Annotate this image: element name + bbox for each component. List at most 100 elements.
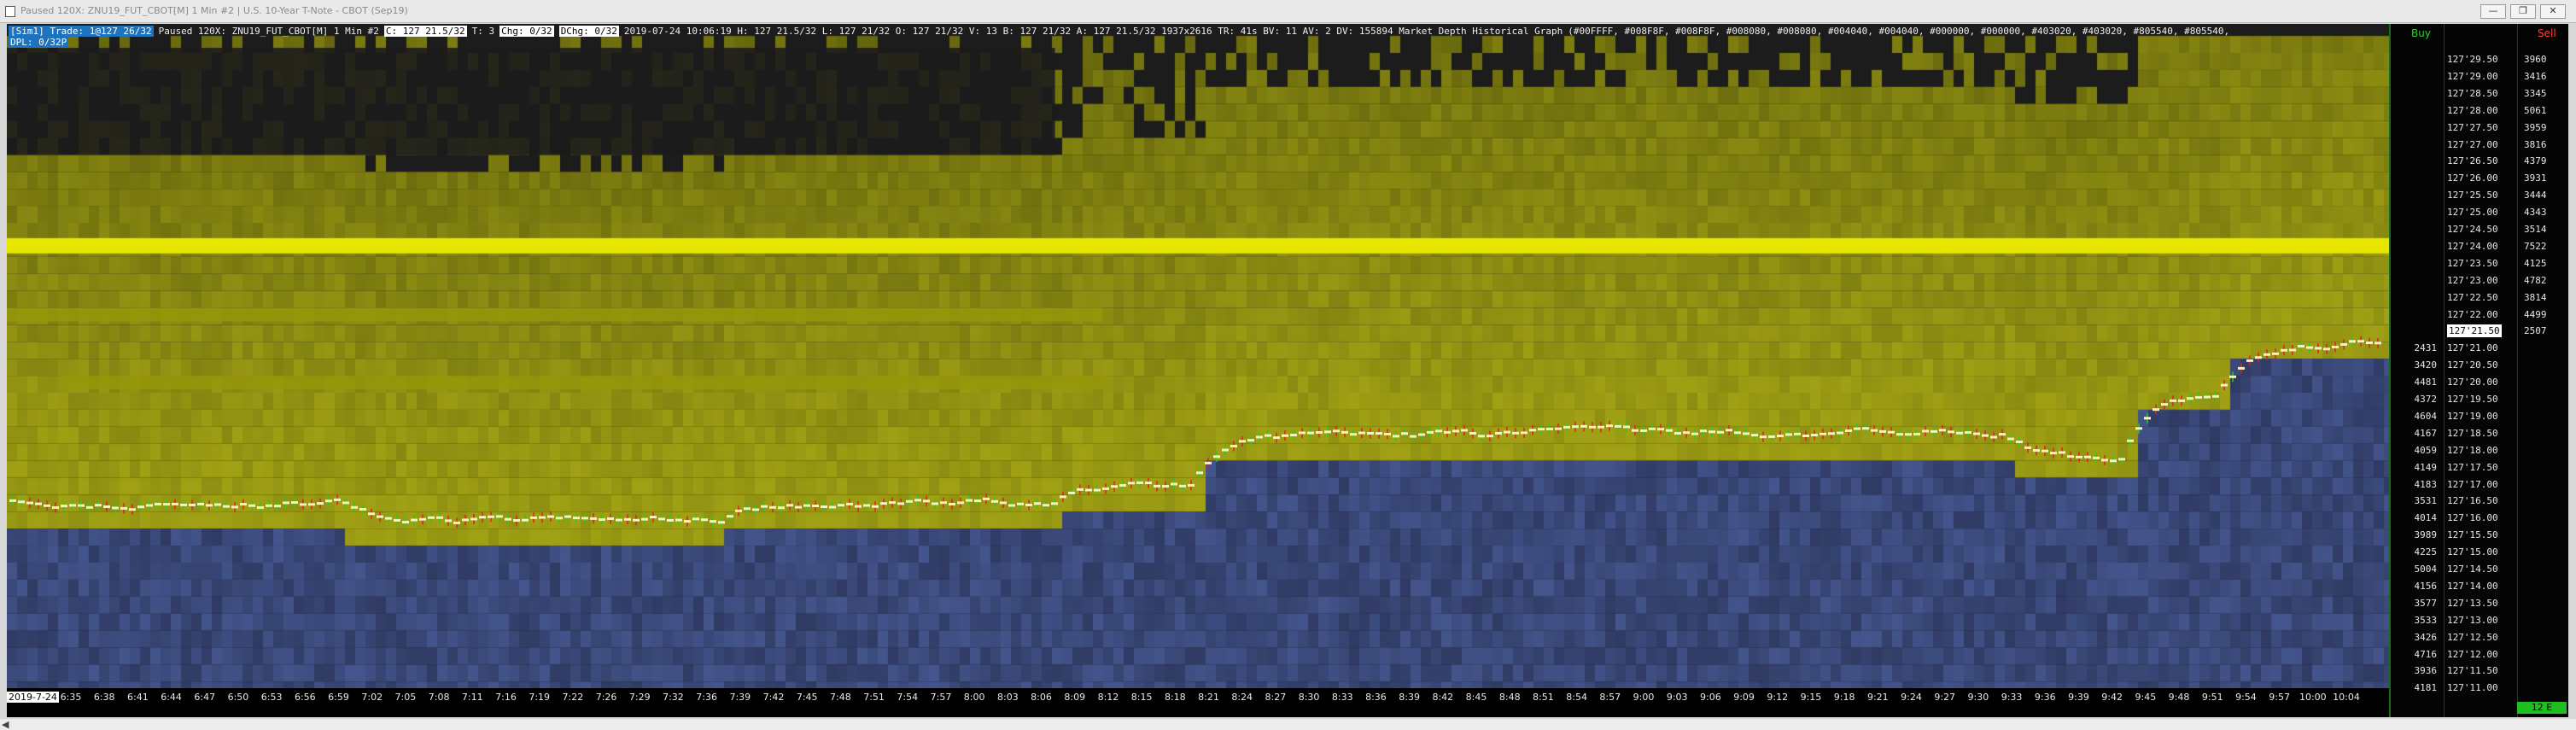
bid-size-cell[interactable]: 3577: [2415, 597, 2438, 610]
bid-size-cell[interactable]: 3426: [2415, 631, 2438, 644]
price-cell[interactable]: 127'12.50: [2447, 631, 2498, 644]
ask-size-cell[interactable]: 3960: [2524, 53, 2547, 66]
price-cell[interactable]: 127'14.50: [2447, 563, 2498, 575]
price-cell[interactable]: 127'13.00: [2447, 614, 2498, 627]
restore-button[interactable]: ❐: [2510, 4, 2536, 19]
price-cell[interactable]: 127'19.50: [2447, 393, 2498, 406]
price-bar-close: [112, 506, 119, 510]
scroll-left-icon[interactable]: ◀: [2, 719, 9, 730]
price-bar-close: [1580, 424, 1587, 428]
bid-size-cell[interactable]: 5004: [2415, 563, 2438, 575]
bid-size-cell[interactable]: 4149: [2415, 461, 2438, 474]
bid-size-cell[interactable]: 4167: [2415, 427, 2438, 440]
bid-size-cell[interactable]: 3531: [2415, 494, 2438, 507]
price-bar-close: [974, 499, 981, 503]
close-button[interactable]: ✕: [2540, 4, 2566, 19]
ask-size-cell[interactable]: 4125: [2524, 257, 2547, 270]
price-cell[interactable]: 127'24.00: [2447, 240, 2498, 253]
price-cell[interactable]: 127'24.50: [2447, 223, 2498, 236]
time-axis-label: 9:54: [2235, 692, 2257, 703]
price-cell[interactable]: 127'16.50: [2447, 494, 2498, 507]
price-ladder[interactable]: Buy Sell 2431 3420 4481 4372 4604 4167 4059 414…: [2389, 24, 2568, 717]
horizontal-scrollbar[interactable]: ◀: [0, 719, 2576, 730]
ask-size-cell[interactable]: 4782: [2524, 274, 2547, 287]
bid-size-cell[interactable]: 3533: [2415, 614, 2438, 627]
price-cell[interactable]: 127'26.50: [2447, 155, 2498, 167]
ask-size-cell[interactable]: 5061: [2524, 104, 2547, 117]
price-cell[interactable]: 127'20.00: [2447, 376, 2498, 388]
price-cell[interactable]: 127'18.50: [2447, 427, 2498, 440]
price-cell[interactable]: 127'17.50: [2447, 461, 2498, 474]
bid-size-cell[interactable]: 4481: [2415, 376, 2438, 388]
ask-size-cell[interactable]: 3345: [2524, 87, 2547, 100]
bid-size-cell[interactable]: 4156: [2415, 580, 2438, 593]
bid-size-cell[interactable]: 4183: [2415, 478, 2438, 491]
price-cell[interactable]: 127'28.50: [2447, 87, 2498, 100]
price-bar-close: [761, 505, 768, 508]
chart-frame[interactable]: [Sim1] Trade: 1@127 26/32 Paused 120X: ZN…: [7, 24, 2568, 717]
price-cell[interactable]: 127'26.00: [2447, 172, 2498, 184]
price-cell[interactable]: 127'20.50: [2447, 359, 2498, 371]
minimize-button[interactable]: —: [2480, 4, 2506, 19]
price-bar-close: [1427, 430, 1434, 434]
price-bar-close: [1982, 434, 1989, 437]
price-cell[interactable]: 127'29.00: [2447, 70, 2498, 83]
bid-size-cell[interactable]: 4014: [2415, 511, 2438, 524]
price-cell[interactable]: 127'22.50: [2447, 291, 2498, 304]
price-bar-close: [838, 504, 844, 507]
bid-size-cell[interactable]: 4059: [2415, 444, 2438, 457]
price-bar-close: [530, 516, 537, 519]
ask-size-cell[interactable]: 3959: [2524, 121, 2547, 134]
price-cell[interactable]: 127'27.50: [2447, 121, 2498, 134]
price-cell[interactable]: 127'11.50: [2447, 664, 2498, 677]
price-cell[interactable]: 127'12.00: [2447, 648, 2498, 661]
ask-size-cell[interactable]: 4343: [2524, 206, 2547, 219]
ask-size-cell[interactable]: 2507: [2524, 324, 2547, 337]
price-cell[interactable]: 127'15.00: [2447, 546, 2498, 558]
bid-size-cell[interactable]: 4225: [2415, 546, 2438, 558]
bid-size-cell[interactable]: 4604: [2415, 410, 2438, 423]
price-bar-close: [2042, 449, 2048, 453]
header-field: Paused 120X: ZNU19_FUT_CBOT[M] 1 Min #2: [158, 26, 379, 37]
ask-size-cell[interactable]: 3416: [2524, 70, 2547, 83]
ask-size-cell[interactable]: 4499: [2524, 308, 2547, 321]
bid-size-cell[interactable]: 4372: [2415, 393, 2438, 406]
price-cell[interactable]: 127'18.00: [2447, 444, 2498, 457]
price-cell[interactable]: 127'15.50: [2447, 529, 2498, 541]
price-cell[interactable]: 127'14.00: [2447, 580, 2498, 593]
bid-size-cell[interactable]: 4181: [2415, 681, 2438, 694]
price-cell[interactable]: 127'11.00: [2447, 681, 2498, 694]
price-cell[interactable]: 127'19.00: [2447, 410, 2498, 423]
ask-size-cell[interactable]: 3514: [2524, 223, 2547, 236]
bid-size-cell[interactable]: 3989: [2415, 529, 2438, 541]
chart-header: [Sim1] Trade: 1@127 26/32 Paused 120X: ZN…: [7, 24, 2389, 48]
price-cell[interactable]: 127'21.00: [2447, 342, 2498, 354]
price-cell[interactable]: 127'25.50: [2447, 189, 2498, 201]
ask-size-cell[interactable]: 3444: [2524, 189, 2547, 201]
bid-size-cell[interactable]: 2431: [2415, 342, 2438, 354]
time-axis[interactable]: 2019-7-24 6:35 6:38 6:41 6:44 6:47 6:50 6:53 6:5…: [7, 688, 2389, 717]
price-cell[interactable]: 127'23.50: [2447, 257, 2498, 270]
price-bar-close: [2178, 399, 2185, 402]
price-cell[interactable]: 127'28.00: [2447, 104, 2498, 117]
price-bar-close: [1854, 427, 1860, 430]
price-cell[interactable]: 127'29.50: [2447, 53, 2498, 66]
bid-size-cell[interactable]: 3936: [2415, 664, 2438, 677]
price-cell[interactable]: 127'25.00: [2447, 206, 2498, 219]
price-cell[interactable]: 127'13.50: [2447, 597, 2498, 610]
price-cell[interactable]: 127'16.00: [2447, 511, 2498, 524]
price-bar-close: [1726, 429, 1732, 432]
ask-size-cell[interactable]: 3816: [2524, 138, 2547, 151]
ask-size-cell[interactable]: 7522: [2524, 240, 2547, 253]
bid-size-cell[interactable]: 3420: [2415, 359, 2438, 371]
price-cell[interactable]: 127'23.00: [2447, 274, 2498, 287]
price-cell[interactable]: 127'17.00: [2447, 478, 2498, 491]
price-cell[interactable]: 127'22.00: [2447, 308, 2498, 321]
ask-size-cell[interactable]: 3931: [2524, 172, 2547, 184]
ask-size-cell[interactable]: 3814: [2524, 291, 2547, 304]
price-bar-close: [522, 518, 529, 522]
current-price-cell[interactable]: 127'21.50: [2447, 324, 2502, 338]
bid-size-cell[interactable]: 4716: [2415, 648, 2438, 661]
price-cell[interactable]: 127'27.00: [2447, 138, 2498, 151]
ask-size-cell[interactable]: 4379: [2524, 155, 2547, 167]
